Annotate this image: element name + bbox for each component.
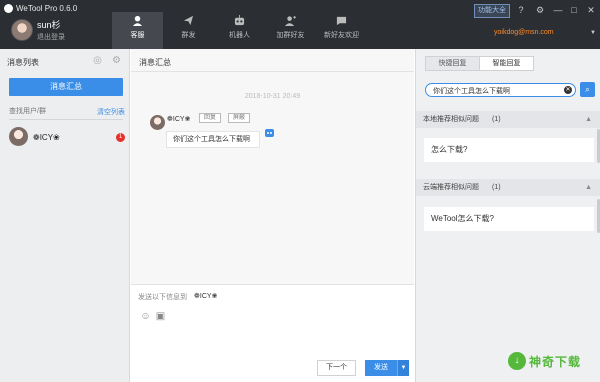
nav-item-customer-service[interactable]: 客服	[112, 12, 163, 49]
watermark-logo: ↓ 神奇下载	[508, 349, 594, 373]
avatar	[150, 115, 165, 130]
nav-item-welcome[interactable]: 新好友欢迎	[316, 12, 367, 49]
contact-list-item[interactable]: ❁ICY❀ 1	[0, 125, 130, 151]
section-title: 云端推荐相似问题	[423, 184, 479, 191]
message-summary-button[interactable]: 消息汇总	[9, 78, 123, 96]
nav-label: 机器人	[229, 32, 250, 39]
message-timestamp: 2018-10-31 20:49	[244, 93, 301, 100]
chevron-up-icon[interactable]: ▲	[585, 111, 592, 128]
wechat-icon[interactable]: ◎	[92, 55, 103, 66]
send-icon	[183, 15, 194, 26]
reply-tag-button[interactable]: 回复	[199, 113, 222, 123]
send-to-label: 发送以下信息到	[138, 294, 187, 301]
local-similar-section-header[interactable]: 本地推荐相似问题 (1) ▲	[416, 111, 600, 128]
nav-item-broadcast[interactable]: 群发	[163, 12, 214, 49]
main-nav: 客服 群发 机器人 加群好友 新好友欢迎	[112, 12, 367, 49]
sender-name: ❁ICY❀	[167, 116, 191, 123]
nav-item-robot[interactable]: 机器人	[214, 12, 265, 49]
customer-service-icon	[132, 15, 143, 26]
watermark-text: 神奇下载	[529, 354, 582, 369]
smart-search-box: ✕	[425, 83, 576, 97]
nav-label: 加群好友	[276, 32, 305, 39]
app-logo-icon	[4, 4, 13, 13]
divider	[131, 71, 414, 72]
section-count: (1)	[492, 116, 501, 123]
similar-question-item[interactable]: 怎么下载?	[424, 138, 594, 162]
robot-icon	[234, 15, 245, 26]
similar-question-item[interactable]: WeTool怎么下载?	[424, 207, 594, 231]
nav-label: 客服	[130, 32, 145, 39]
send-button[interactable]: 发送	[365, 360, 397, 376]
chevron-down-icon[interactable]: ▼	[590, 30, 596, 36]
settings-icon[interactable]: ⚙	[111, 55, 122, 66]
clear-icon[interactable]: ✕	[564, 86, 572, 94]
message-list-title: 消息列表	[7, 58, 39, 67]
nav-label: 群发	[181, 32, 196, 39]
title-bar: WeTool Pro 0.6.0 sun杉 退出登录 客服 群发 机器人 加群好…	[0, 0, 600, 49]
smart-search-input[interactable]	[433, 86, 558, 95]
app-title: WeTool Pro 0.6.0	[16, 4, 78, 13]
block-tag-button[interactable]: 屏蔽	[228, 113, 251, 123]
robot-icon[interactable]	[265, 129, 274, 137]
divider	[9, 119, 123, 120]
account-email[interactable]: yoikdog@msn.com	[494, 29, 554, 36]
minimize-icon[interactable]: —	[553, 5, 563, 15]
reply-panel: 快捷回复 智能回复 ✕ ⌕ 本地推荐相似问题 (1) ▲ 怎么下载? 云端推荐相似…	[415, 49, 600, 382]
search-icon: ⌕	[585, 85, 590, 94]
welcome-icon	[336, 16, 347, 26]
section-title: 本地推荐相似问题	[423, 116, 479, 123]
user-avatar[interactable]	[11, 19, 33, 41]
help-icon[interactable]: ?	[516, 5, 526, 15]
panel-title: 消息汇总	[139, 58, 171, 67]
message-summary-panel: 消息汇总 2018-10-31 20:49 ❁ICY❀ 回复 屏蔽 你们这个工具…	[131, 49, 414, 382]
chevron-down-icon[interactable]: ▼	[397, 360, 409, 376]
nav-item-add-friends[interactable]: 加群好友	[265, 12, 316, 49]
unread-badge: 1	[116, 133, 125, 142]
cloud-similar-section-header[interactable]: 云端推荐相似问题 (1) ▲	[416, 179, 600, 196]
contact-name: ❁ICY❀	[33, 133, 60, 142]
gear-icon[interactable]: ⚙	[535, 5, 545, 15]
avatar	[9, 127, 28, 146]
add-friend-icon	[285, 15, 296, 26]
clear-list-link[interactable]: 清空列表	[97, 107, 125, 117]
username: sun杉	[37, 20, 61, 30]
tab-smart-reply[interactable]: 智能回复	[479, 56, 534, 71]
watermark-icon: ↓	[508, 352, 526, 370]
send-to-name: ❁ICY❀	[194, 293, 218, 300]
emoji-icon[interactable]: ☺	[140, 311, 151, 322]
maximize-icon[interactable]: □	[569, 5, 579, 15]
search-button[interactable]: ⌕	[580, 82, 595, 97]
image-icon[interactable]: ▣	[155, 311, 166, 322]
contact-search-input[interactable]	[9, 105, 89, 117]
section-count: (1)	[492, 184, 501, 191]
logout-link[interactable]: 退出登录	[37, 32, 65, 42]
tab-quick-reply[interactable]: 快捷回复	[425, 56, 480, 71]
chevron-up-icon[interactable]: ▲	[585, 179, 592, 196]
next-button[interactable]: 下一个	[317, 360, 356, 376]
nav-label: 新好友欢迎	[324, 32, 359, 39]
message-bubble: 你们这个工具怎么下载啊	[166, 131, 260, 148]
close-icon[interactable]: ✕	[586, 5, 596, 15]
feature-list-button[interactable]: 功能大全	[474, 4, 510, 18]
compose-area[interactable]: 发送以下信息到 ❁ICY❀ ☺ ▣ 下一个 发送 ▼	[131, 285, 414, 382]
message-list-panel: 消息列表 ◎ ⚙ 消息汇总 清空列表 ❁ICY❀ 1	[0, 49, 130, 382]
